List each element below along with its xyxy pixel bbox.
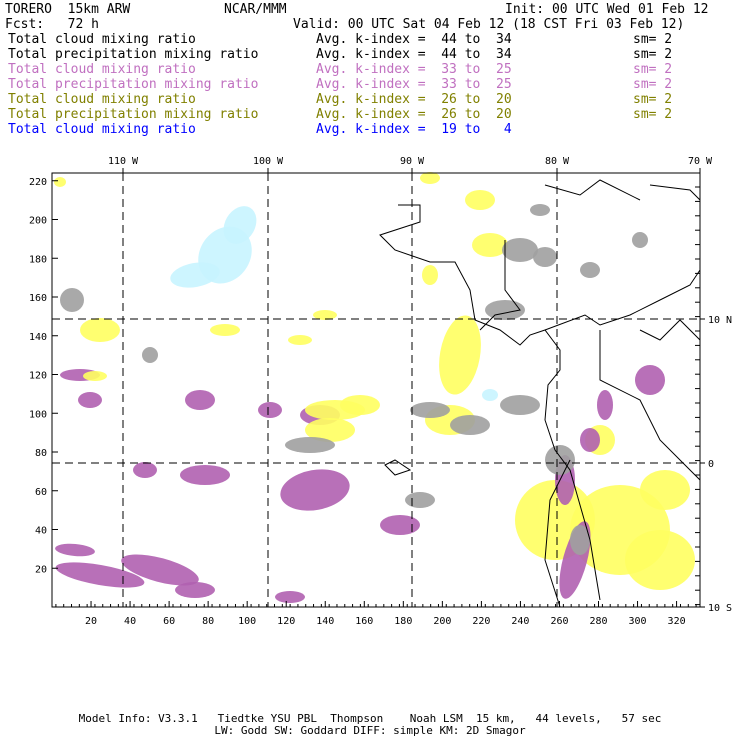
precip-area [175,582,215,598]
precip-area [500,395,540,415]
x-tick-label: 120 [277,616,295,627]
map-plot: 20 40 60 80 100 120 140 160 180 200 220 240 260 280 30… [29,156,732,627]
precip-area [422,265,438,285]
x-tick-label: 80 [202,616,214,627]
precip-area [410,402,450,418]
x-tick-label: 60 [163,616,175,627]
x-tick-label: 260 [550,616,568,627]
precip-area [60,288,84,312]
y-tick-label: 140 [29,332,47,343]
x-tick-label: 300 [629,616,647,627]
precip-area [640,470,690,510]
precip-area [597,390,613,420]
precip-area [465,190,495,210]
precip-area [275,591,305,603]
y-tick-label: 100 [29,409,47,420]
lon-label: 80 W [545,156,570,167]
lat-label: 0 [708,459,714,470]
y-tick-label: 60 [35,487,47,498]
x-tick-label: 280 [589,616,607,627]
precip-area [625,530,695,590]
precip-area [450,415,490,435]
galapagos-islands [384,459,412,476]
precip-area [482,389,498,401]
precip-area [502,238,538,262]
y-tick-label: 200 [29,216,47,227]
precip-area [180,465,230,485]
precip-area [78,392,102,408]
precip-area [258,402,282,418]
precip-area [55,543,95,557]
x-tick-label: 200 [433,616,451,627]
lat-label: 10 S [708,603,732,614]
x-tick-label: 40 [124,616,136,627]
y-tick-label: 80 [35,448,47,459]
precip-area [340,395,380,415]
precip-area [288,335,312,345]
lon-label: 90 W [400,156,425,167]
precip-area [210,324,240,336]
y-tick-label: 220 [29,177,47,188]
y-tick-label: 180 [29,254,47,265]
precip-area [580,262,600,278]
x-tick-label: 220 [472,616,490,627]
y-tick-label: 40 [35,526,47,537]
x-tick-label: 100 [238,616,256,627]
precip-area [54,177,66,187]
precip-area [83,371,107,381]
x-tick-label: 320 [668,616,686,627]
y-tick-label: 160 [29,293,47,304]
precip-area [635,365,665,395]
x-tick-label: 160 [355,616,373,627]
y-tick-label: 20 [35,564,47,575]
lat-label: 10 N [708,315,732,326]
x-tick-label: 240 [511,616,529,627]
precip-area [285,437,335,453]
x-tick-label: 180 [394,616,412,627]
precip-area [530,204,550,216]
caribbean-islands [544,179,701,201]
precip-area [142,347,158,363]
precip-area [420,172,440,184]
precip-area [405,492,435,508]
precip-area [632,232,648,248]
x-tick-label: 140 [316,616,334,627]
precip-area [580,428,600,452]
precip-area [439,315,481,395]
y-tick-label: 120 [29,371,47,382]
precip-area [380,515,420,535]
precip-area [185,390,215,410]
lon-label: 70 W [688,156,713,167]
precip-area [133,462,157,478]
lon-label: 100 W [253,156,284,167]
model-info-line2: LW: Godd SW: Goddard DIFF: simple KM: 2D… [214,724,526,737]
precip-area [472,233,508,257]
x-tick-label: 20 [85,616,97,627]
lon-label: 110 W [108,156,139,167]
precip-area [80,318,120,342]
precip-area [280,469,350,511]
